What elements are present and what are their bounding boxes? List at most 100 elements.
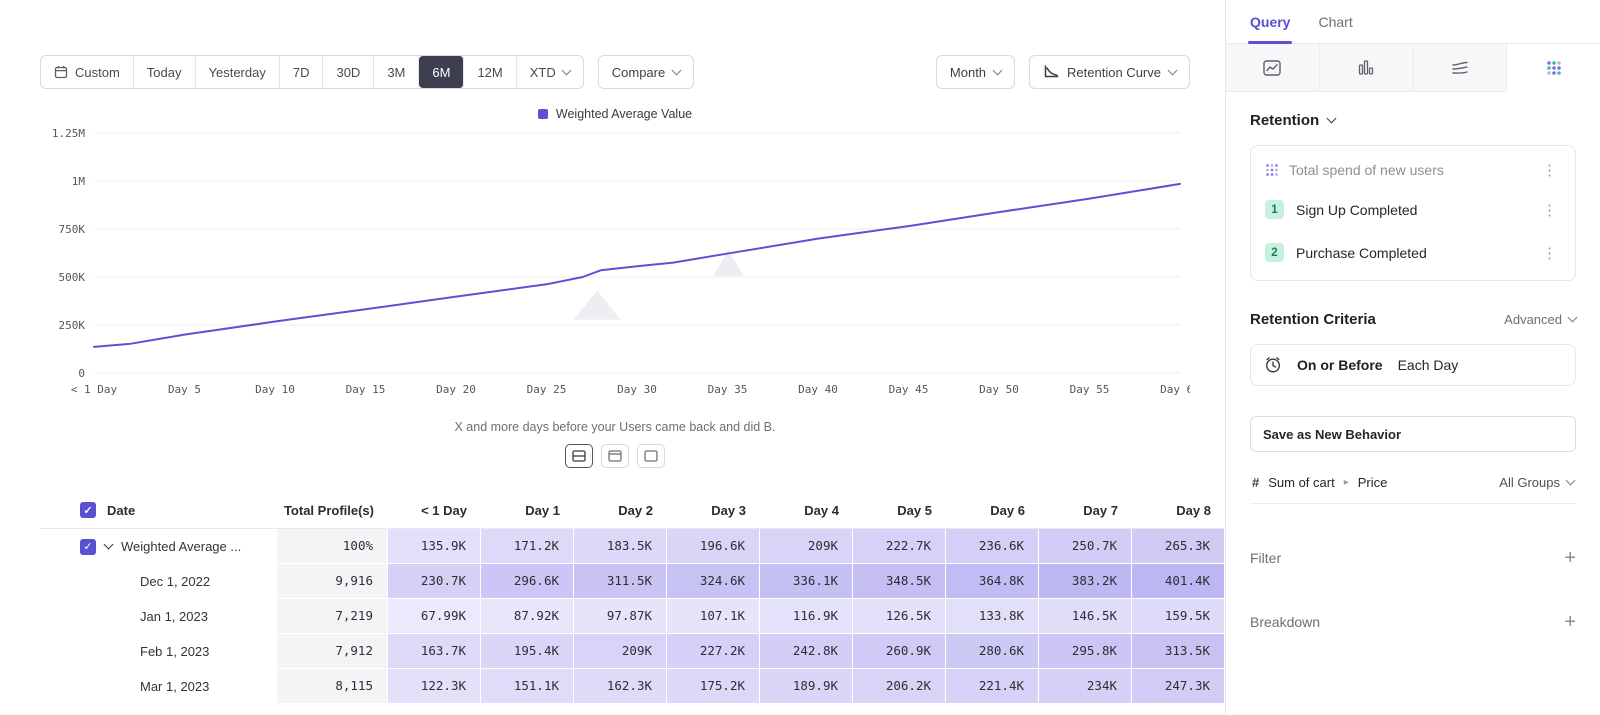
retention-table: ✓DateTotal Profile(s)< 1 DayDay 1Day 2Da… bbox=[40, 492, 1225, 704]
add-filter-button[interactable]: + bbox=[1564, 548, 1576, 568]
retention-value-cell: 97.87K bbox=[574, 599, 667, 634]
column-header-date: ✓ Date bbox=[40, 492, 277, 529]
retention-section-dropdown[interactable]: Retention bbox=[1250, 112, 1576, 129]
retention-curve-chart: 0250K500K750K1M1.25M< 1 DayDay 5Day 10Da… bbox=[40, 121, 1190, 418]
column-header: Day 3 bbox=[667, 492, 760, 529]
retention-criteria-heading: Retention Criteria bbox=[1250, 311, 1376, 328]
save-as-new-behavior-button[interactable]: Save as New Behavior bbox=[1250, 416, 1576, 452]
compare-button[interactable]: Compare bbox=[598, 55, 694, 89]
expand-chevron-icon[interactable] bbox=[104, 540, 114, 550]
granularity-label: Month bbox=[950, 65, 986, 80]
retention-value-cell: 146.5K bbox=[1039, 599, 1132, 634]
all-groups-label: All Groups bbox=[1499, 475, 1560, 490]
chevron-down-icon bbox=[993, 65, 1003, 75]
range-button-yesterday[interactable]: Yesterday bbox=[196, 56, 280, 88]
report-type-retention[interactable] bbox=[1507, 44, 1600, 92]
retention-value-cell: 195.4K bbox=[481, 634, 574, 669]
view-toggle-header-row[interactable] bbox=[601, 444, 629, 468]
range-button-xtd[interactable]: XTD bbox=[517, 56, 583, 88]
retention-value-cell: 183.5K bbox=[574, 529, 667, 564]
measure-event-label: Sum of cart bbox=[1268, 475, 1334, 490]
main-panel: Custom Today Yesterday7D30D3M6M 12M XTD Comp… bbox=[0, 0, 1225, 715]
range-button-7d[interactable]: 7D bbox=[280, 56, 324, 88]
step-label: Purchase Completed bbox=[1296, 245, 1427, 261]
criteria-mode-label: Advanced bbox=[1504, 312, 1562, 327]
y-axis-tick: 1.25M bbox=[52, 127, 85, 140]
retention-value-cell: 151.1K bbox=[481, 669, 574, 704]
range-button-30d[interactable]: 30D bbox=[323, 56, 374, 88]
report-type-flows[interactable] bbox=[1414, 44, 1508, 92]
retention-value-cell: 364.8K bbox=[946, 564, 1039, 599]
tab-chart[interactable]: Chart bbox=[1318, 0, 1352, 43]
view-toggle-split-rows[interactable] bbox=[565, 444, 593, 468]
report-type-funnels[interactable] bbox=[1320, 44, 1414, 92]
granularity-button[interactable]: Month bbox=[936, 55, 1015, 89]
column-header: Total Profile(s) bbox=[277, 492, 388, 529]
range-label: 12M bbox=[477, 65, 502, 80]
behavior-dots-icon bbox=[1265, 163, 1279, 177]
view-toggle-plain[interactable] bbox=[637, 444, 665, 468]
chart-caption: X and more days before your Users came b… bbox=[40, 420, 1190, 434]
report-type-insights[interactable] bbox=[1226, 44, 1320, 92]
add-breakdown-button[interactable]: + bbox=[1564, 612, 1576, 632]
retention-value-cell: 87.92K bbox=[481, 599, 574, 634]
kebab-menu-icon[interactable]: ⋮ bbox=[1538, 201, 1561, 219]
x-axis-tick: Day 55 bbox=[1070, 383, 1110, 396]
retention-value-cell: 163.7K bbox=[388, 634, 481, 669]
table-row-label: Dec 1, 2022 bbox=[40, 564, 277, 599]
x-axis-tick: Day 45 bbox=[889, 383, 929, 396]
range-button-3m[interactable]: 3M bbox=[374, 56, 419, 88]
retention-value-cell: 116.9K bbox=[760, 599, 853, 634]
x-axis-tick: Day 30 bbox=[617, 383, 657, 396]
chart-type-button[interactable]: Retention Curve bbox=[1029, 55, 1190, 89]
chevron-down-icon bbox=[1168, 65, 1178, 75]
range-label: Custom bbox=[75, 65, 120, 80]
bar-chart-icon bbox=[1358, 60, 1374, 75]
retention-criteria-row: Retention Criteria Advanced bbox=[1250, 311, 1576, 328]
retention-value-cell: 162.3K bbox=[574, 669, 667, 704]
retention-value-cell: 265.3K bbox=[1132, 529, 1225, 564]
retention-value-cell: 348.5K bbox=[853, 564, 946, 599]
step-label: Sign Up Completed bbox=[1296, 202, 1417, 218]
retention-value-cell: 67.99K bbox=[388, 599, 481, 634]
timing-mode-dropdown[interactable]: On or Before bbox=[1297, 357, 1383, 373]
range-label: Today bbox=[147, 65, 182, 80]
retention-value-cell: 189.9K bbox=[760, 669, 853, 704]
behavior-step-1[interactable]: 1 Sign Up Completed ⋮ bbox=[1257, 188, 1569, 231]
all-groups-dropdown[interactable]: All Groups bbox=[1499, 475, 1574, 490]
range-label: XTD bbox=[530, 65, 556, 80]
behavior-header[interactable]: Total spend of new users ⋮ bbox=[1257, 152, 1569, 188]
column-header: Day 5 bbox=[853, 492, 946, 529]
clock-icon bbox=[1264, 356, 1282, 374]
row-checkbox[interactable]: ✓ bbox=[80, 502, 96, 518]
column-header: Day 6 bbox=[946, 492, 1039, 529]
table-row-label: Jan 1, 2023 bbox=[40, 599, 277, 634]
row-label-text: Weighted Average ... bbox=[121, 539, 241, 554]
retention-value-cell: 401.4K bbox=[1132, 564, 1225, 599]
retention-line-plot: 0250K500K750K1M1.25M< 1 DayDay 5Day 10Da… bbox=[40, 121, 1190, 413]
kebab-menu-icon[interactable]: ⋮ bbox=[1538, 244, 1561, 262]
watermark-triangle bbox=[574, 290, 621, 319]
retention-value-cell: 171.2K bbox=[481, 529, 574, 564]
measure-row[interactable]: # Sum of cart ▸ Price All Groups bbox=[1250, 462, 1576, 504]
behavior-step-2[interactable]: 2 Purchase Completed ⋮ bbox=[1257, 231, 1569, 274]
column-header: Day 1 bbox=[481, 492, 574, 529]
column-header-label: Date bbox=[107, 503, 135, 518]
criteria-mode-dropdown[interactable]: Advanced bbox=[1504, 312, 1576, 327]
timing-frequency-dropdown[interactable]: Each Day bbox=[1398, 357, 1459, 373]
y-axis-tick: 750K bbox=[59, 223, 86, 236]
range-button-custom[interactable]: Custom bbox=[41, 56, 134, 88]
chart-type-label: Retention Curve bbox=[1067, 65, 1161, 80]
row-checkbox[interactable]: ✓ bbox=[80, 539, 96, 555]
x-axis-tick: Day 40 bbox=[798, 383, 838, 396]
retention-value-cell: 247.3K bbox=[1132, 669, 1225, 704]
insights-icon bbox=[1263, 60, 1281, 76]
breakdown-section-row: Breakdown + bbox=[1250, 612, 1576, 632]
kebab-menu-icon[interactable]: ⋮ bbox=[1538, 161, 1561, 179]
retention-value-cell: 221.4K bbox=[946, 669, 1039, 704]
range-button-6m[interactable]: 6M bbox=[419, 56, 464, 88]
range-button-today[interactable]: Today bbox=[134, 56, 196, 88]
range-button-12m[interactable]: 12M bbox=[464, 56, 516, 88]
tab-query[interactable]: Query bbox=[1250, 0, 1290, 43]
sidebar-content: Retention Total spend of new users ⋮ bbox=[1226, 92, 1600, 715]
